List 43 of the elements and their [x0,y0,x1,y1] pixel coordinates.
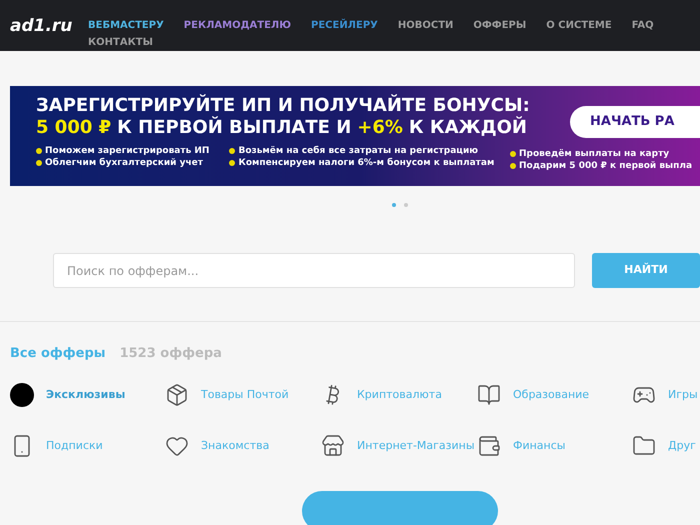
nav-link[interactable]: РЕКЛАМОДАТЕЛЮ [184,17,291,34]
category-link[interactable]: Эксклюзивы [46,386,126,404]
box-icon [165,383,189,407]
cta-button[interactable]: НАЧАТЬ РА [570,106,700,138]
nav-link[interactable]: КОНТАКТЫ [88,34,153,51]
banner-bullet: Поможем зарегистрировать ИП [45,145,210,157]
search-field[interactable]: Поиск по офферам... [53,253,575,288]
banner-bullet: Облегчим бухгалтерский учет [45,157,203,169]
offers-count: 1523 оффера [120,345,222,363]
banner-headline: 5 000 ₽ [36,117,112,139]
banner-bullet: Возьмём на себя все затраты на регистрацию [238,145,478,157]
category-link[interactable]: Криптовалюта [357,386,442,404]
category-link[interactable]: Друг [668,438,696,454]
banner-headline: ЗАРЕГИСТРИРУЙТЕ ИП И ПОЛУЧАЙТЕ БОНУСЫ: [36,95,531,116]
banner-headline: К КАЖДОЙ [408,117,527,139]
nav-link[interactable]: FAQ [632,17,654,34]
category-link[interactable]: Финансы [513,438,566,454]
banner-headline: +6% [357,117,403,139]
nav-link[interactable]: О СИСТЕМЕ [546,17,612,34]
banner-headline: К ПЕРВОЙ ВЫПЛАТЕ И [117,117,352,139]
site-logo[interactable]: ad1.ru [10,17,88,35]
search-button[interactable]: НАЙТИ [592,253,700,288]
promo-banner[interactable] [10,86,700,186]
nav-link[interactable]: НОВОСТИ [398,17,454,34]
logo-badge-icon [10,383,34,407]
banner-bullet: Проведём выплаты на карту [519,148,670,160]
category-link[interactable]: Образование [513,386,590,404]
store-icon [321,434,345,458]
category-link[interactable]: Интернет-Магазины [357,438,475,454]
banner-bullet: Подарим 5 000 ₽ к первой выпла [519,160,692,172]
all-offers-title[interactable]: Все офферы [10,344,106,364]
nav-link[interactable]: РЕСЕЙЛЕРУ [310,17,378,34]
wallet-icon [477,434,501,458]
heart-icon [165,434,189,458]
nav-link[interactable]: ВЕБМАСТЕРУ [88,17,164,34]
nav-link[interactable]: ОФФЕРЫ [473,17,526,34]
banner-bullet: Компенсируем налоги 6%-м бонусом к выплатам [238,157,494,169]
book-icon [477,383,501,407]
category-link[interactable]: Товары Почтой [201,386,289,404]
category-link[interactable]: Знакомства [201,438,270,454]
category-link[interactable]: Игры [668,386,698,404]
partial-button[interactable] [302,490,498,525]
category-link[interactable]: Подписки [46,438,103,454]
